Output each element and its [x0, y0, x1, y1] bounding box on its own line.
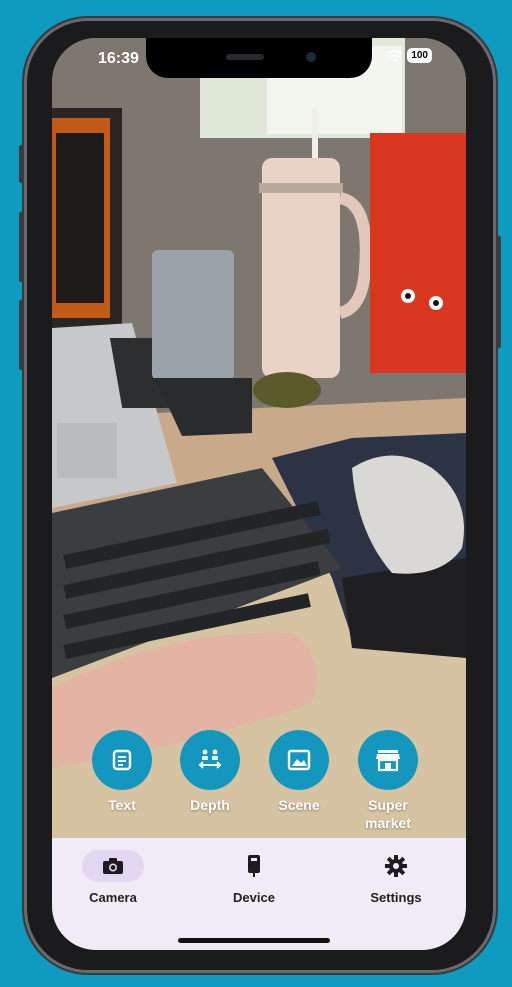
status-icons: 100	[387, 48, 432, 63]
mode-text-label: Text	[108, 797, 136, 813]
camera-preview[interactable]	[52, 38, 466, 838]
tab-camera[interactable]: Camera	[53, 850, 173, 905]
mode-supermarket-label: Super market	[365, 797, 411, 831]
gear-icon	[365, 850, 427, 882]
mode-depth-button[interactable]: Depth	[160, 730, 260, 814]
front-camera	[306, 52, 316, 62]
mode-scene-label: Scene	[278, 797, 320, 813]
image-icon	[269, 730, 329, 790]
tab-settings[interactable]: Settings	[336, 850, 456, 905]
depth-icon	[180, 730, 240, 790]
document-icon	[92, 730, 152, 790]
home-indicator[interactable]	[178, 938, 330, 943]
tab-camera-label: Camera	[89, 890, 137, 905]
device-icon	[223, 850, 285, 882]
notch	[146, 38, 372, 78]
tab-settings-label: Settings	[370, 890, 422, 905]
speaker-grille	[226, 54, 264, 60]
bottom-navigation: Camera Device Settings	[52, 838, 466, 950]
mode-supermarket-button[interactable]: Super market	[338, 730, 438, 832]
volume-up-button	[19, 212, 24, 282]
power-button	[496, 236, 501, 348]
tab-device[interactable]: Device	[194, 850, 314, 905]
wifi-icon	[387, 49, 403, 62]
status-time: 16:39	[98, 50, 139, 67]
mode-depth-label: Depth	[190, 797, 230, 813]
battery-indicator: 100	[407, 48, 432, 63]
camera-icon	[82, 850, 144, 882]
mode-text-button[interactable]: Text	[72, 730, 172, 814]
tab-device-label: Device	[233, 890, 275, 905]
mute-switch	[19, 145, 24, 183]
storefront-icon	[358, 730, 418, 790]
mode-scene-button[interactable]: Scene	[249, 730, 349, 814]
phone-screen: 16:39 100 Text Depth Scene Super market …	[52, 38, 466, 950]
volume-down-button	[19, 300, 24, 370]
